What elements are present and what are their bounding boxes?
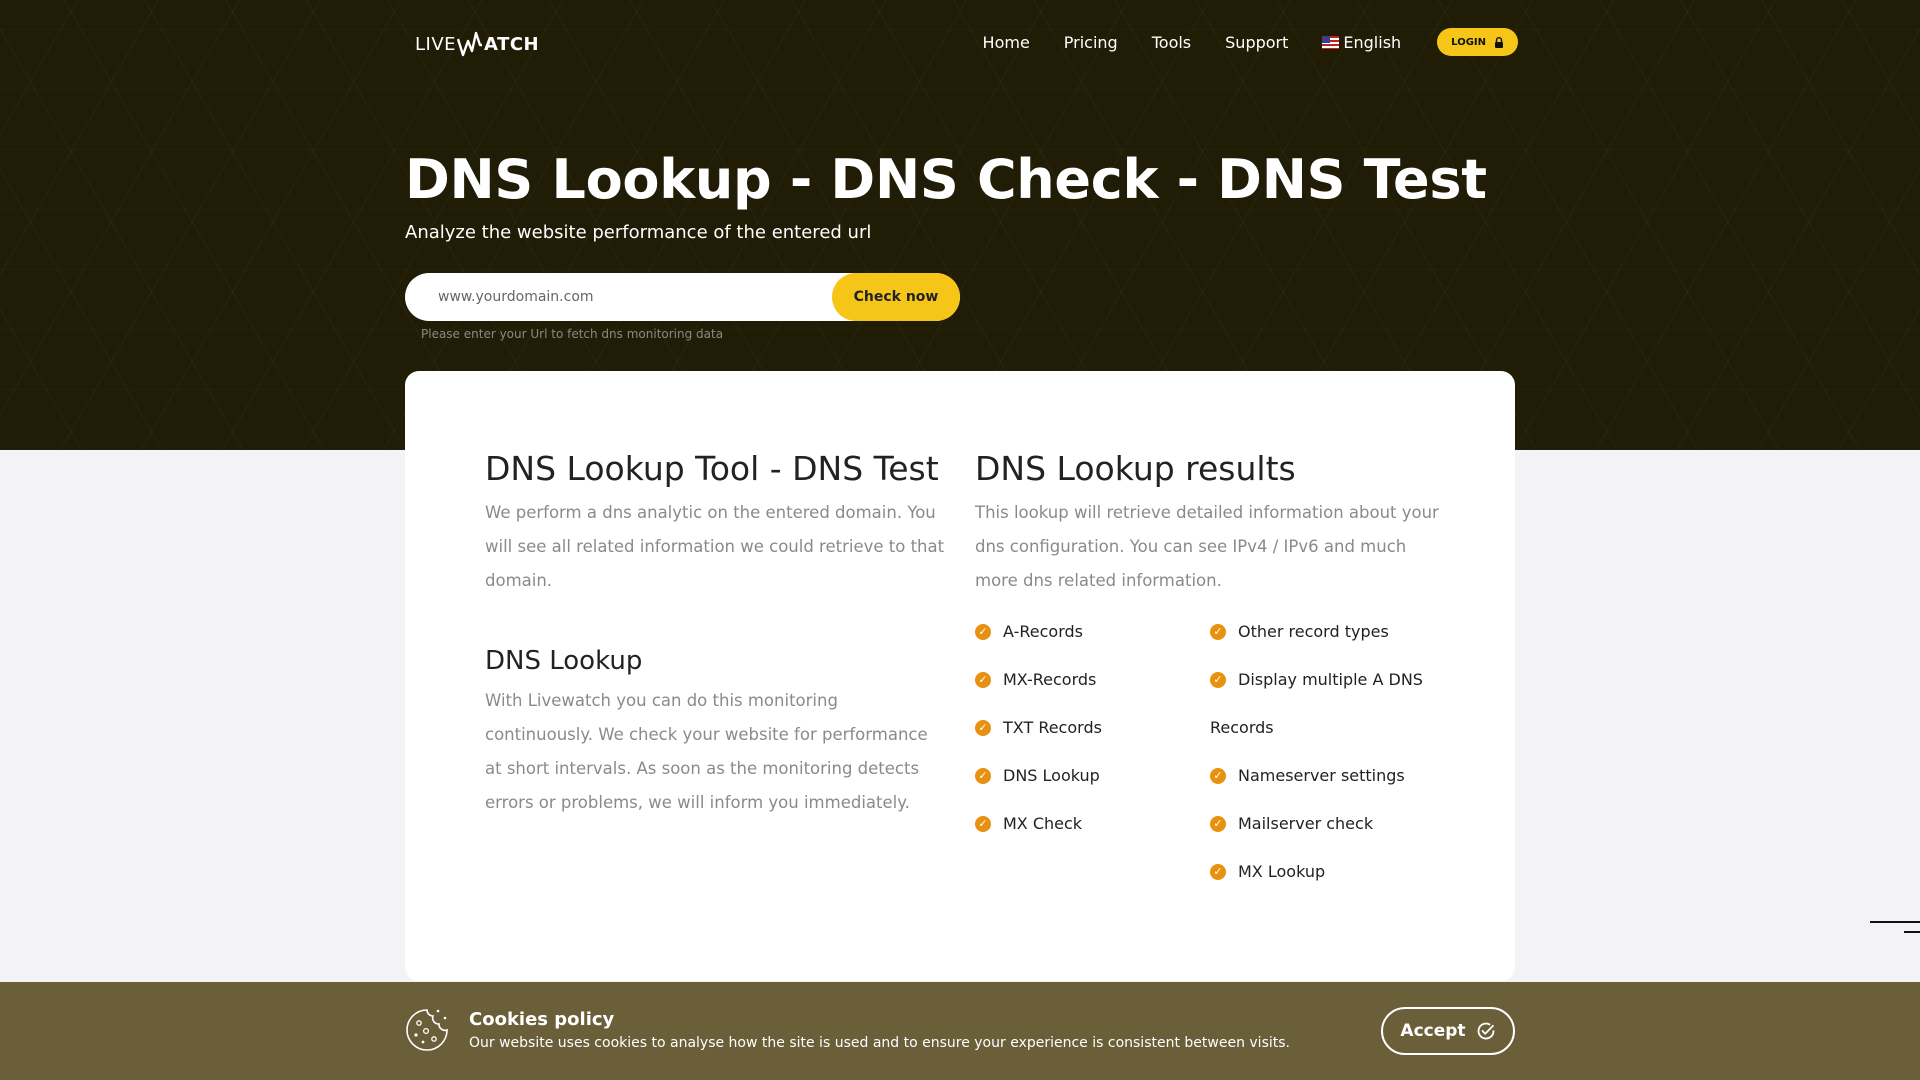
feature-item: ✓ Other record types (1210, 608, 1445, 656)
check-circle-icon: ✓ (975, 624, 991, 640)
accept-label: Accept (1400, 1021, 1466, 1041)
side-decoration (1870, 921, 1920, 935)
feature-item: ✓ DNS Lookup (975, 752, 1210, 800)
side-line (1870, 921, 1920, 923)
results-title: DNS Lookup results (975, 449, 1296, 488)
domain-search-bar: Check now (405, 273, 960, 321)
login-label: LOGIN (1451, 36, 1486, 48)
search-hint: Please enter your Url to fetch dns monit… (421, 327, 724, 341)
nav-support[interactable]: Support (1225, 33, 1288, 52)
side-line (1904, 931, 1920, 933)
check-circle-icon: ✓ (975, 720, 991, 736)
feature-item: ✓ Display multiple A DNS Records (1210, 670, 1423, 737)
right-column: DNS Lookup results This lookup will retr… (975, 449, 1445, 896)
livewatch-logo[interactable]: LIVE ATCH (415, 28, 539, 60)
feature-column-2: ✓ Other record types ✓ Display multiple A … (1210, 608, 1445, 896)
results-description: This lookup will retrieve detailed infor… (975, 503, 1439, 590)
tool-description: We perform a dns analytic on the entered… (485, 503, 945, 590)
logo-text-live: LIVE (415, 33, 457, 55)
check-circle-icon: ✓ (1210, 624, 1226, 640)
feature-item: ✓ MX-Records (975, 656, 1210, 704)
accept-cookies-button[interactable]: Accept (1381, 1007, 1515, 1055)
check-circle-icon (1477, 1022, 1494, 1040)
feature-list: ✓ A-Records ✓ MX-Records ✓ TXT Records ✓ DNS… (975, 608, 1445, 896)
nav-pricing[interactable]: Pricing (1064, 33, 1118, 52)
feature-item: ✓ Mailserver check (1210, 800, 1445, 848)
cookie-title: Cookies policy (469, 1009, 615, 1030)
language-selector[interactable]: English (1322, 33, 1401, 52)
check-circle-icon: ✓ (1210, 816, 1226, 832)
check-circle-icon: ✓ (975, 672, 991, 688)
feature-item: ✓ Nameserver settings (1210, 752, 1445, 800)
nav-tools[interactable]: Tools (1152, 33, 1191, 52)
tool-title: DNS Lookup Tool - DNS Test (485, 449, 939, 488)
cookie-banner: Cookies policy Our website uses cookies … (0, 982, 1920, 1080)
nav-home[interactable]: Home (983, 33, 1030, 52)
feature-item: ✓ A-Records (975, 608, 1210, 656)
check-circle-icon: ✓ (1210, 672, 1226, 688)
page-subtitle: Analyze the website performance of the e… (405, 222, 872, 243)
check-circle-icon: ✓ (1210, 768, 1226, 784)
check-now-button[interactable]: Check now (832, 273, 960, 321)
us-flag-icon (1322, 35, 1340, 49)
domain-input[interactable] (436, 288, 820, 306)
login-button[interactable]: LOGIN (1437, 28, 1518, 56)
feature-item: ✓ MX Lookup (1210, 848, 1445, 896)
dns-lookup-heading: DNS Lookup (485, 646, 643, 676)
content-card: DNS Lookup Tool - DNS Test We perform a … (405, 371, 1515, 981)
check-circle-icon: ✓ (975, 768, 991, 784)
cookie-text: Our website uses cookies to analyse how … (469, 1035, 1290, 1051)
lock-icon (1495, 36, 1503, 48)
feature-item: ✓ MX Check (975, 800, 1210, 848)
dns-lookup-description: With Livewatch you can do this monitorin… (485, 691, 928, 812)
logo-wave-icon (457, 31, 483, 57)
left-column: DNS Lookup Tool - DNS Test We perform a … (485, 449, 945, 820)
cookie-icon (406, 1009, 448, 1051)
check-circle-icon: ✓ (975, 816, 991, 832)
feature-column-1: ✓ A-Records ✓ MX-Records ✓ TXT Records ✓ DNS… (975, 608, 1210, 896)
feature-item: ✓ TXT Records (975, 704, 1210, 752)
language-label: English (1343, 32, 1402, 52)
logo-text-atch: ATCH (484, 33, 540, 55)
main-nav: Home Pricing Tools Support English LOGIN (949, 28, 1518, 56)
page-title: DNS Lookup - DNS Check - DNS Test (405, 148, 1487, 211)
check-circle-icon: ✓ (1210, 864, 1226, 880)
